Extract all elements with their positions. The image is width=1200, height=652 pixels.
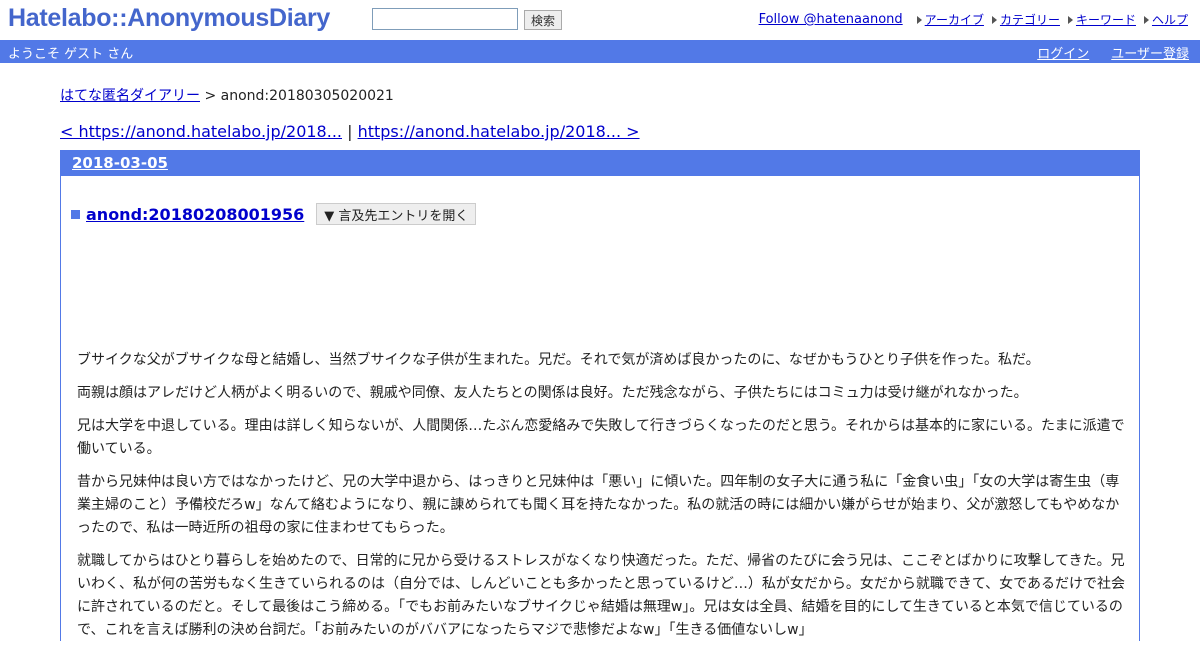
site-logo[interactable]: Hatelabo::AnonymousDiary [8, 4, 330, 33]
breadcrumb: はてな匿名ダイアリー > anond:20180305020021 [60, 85, 394, 105]
triangle-right-icon [916, 15, 922, 24]
nav-link-help[interactable]: ヘルプ [1152, 11, 1188, 28]
site-header: Hatelabo::AnonymousDiary 検索 Follow @hate… [0, 0, 1200, 40]
search-button[interactable]: 検索 [524, 10, 562, 30]
expand-referenced-entry-button[interactable]: ▼ 言及先エントリを開く [316, 203, 477, 225]
section-title-row: anond:20180208001956 ▼ 言及先エントリを開く [71, 203, 477, 225]
search-input[interactable] [372, 8, 518, 30]
header-nav: Follow @hatenaanond アーカイブ カテゴリー キーワード ヘル… [759, 11, 1188, 28]
day-header: 2018-03-05 [61, 151, 1139, 176]
nav-link-archive[interactable]: アーカイブ [925, 11, 984, 28]
triangle-right-icon [991, 15, 997, 24]
welcome-text: ようこそ ゲスト さん [8, 47, 134, 62]
nav-item-archive: アーカイブ [916, 11, 984, 28]
register-link[interactable]: ユーザー登録 [1111, 43, 1189, 62]
breadcrumb-home-link[interactable]: はてな匿名ダイアリー [60, 88, 200, 104]
nav-link-category[interactable]: カテゴリー [1000, 11, 1060, 28]
follow-link[interactable]: Follow @hatenaanond [759, 12, 903, 27]
nav-item-category: カテゴリー [991, 11, 1060, 28]
entry-paragraph: 就職してからはひとり暮らしを始めたので、日常的に兄から受けるストレスがなくなり快… [77, 553, 1126, 638]
entry-pager: < https://anond.hatelabo.jp/2018... | ht… [60, 122, 640, 141]
day-section: 2018-03-05 anond:20180208001956 ▼ 言及先エント… [60, 150, 1140, 641]
nav-item-keyword: キーワード [1067, 11, 1136, 28]
prev-entry-link[interactable]: < https://anond.hatelabo.jp/2018... [60, 122, 342, 141]
entry-paragraph: ブサイクな父がブサイクな母と結婚し、当然ブサイクな子供が生まれた。兄だ。それで気… [77, 352, 1040, 368]
account-links: ログイン ユーザー登録 [1037, 43, 1189, 62]
entry-body: ブサイクな父がブサイクな母と結婚し、当然ブサイクな子供が生まれた。兄だ。それで気… [77, 349, 1129, 652]
welcome-bar: ようこそ ゲスト さん ログイン ユーザー登録 [0, 40, 1200, 63]
entry-paragraph: 昔から兄妹仲は良い方ではなかったけど、兄の大学中退から、はっきりと兄妹仲は「悪い… [77, 474, 1120, 536]
entry-paragraph: 兄は大学を中退している。理由は詳しく知らないが、人間関係…たぶん恋愛絡みで失敗し… [77, 418, 1125, 457]
entry-paragraph: 両親は顔はアレだけど人柄がよく明るいので、親戚や同僚、友人たちとの関係は良好。た… [77, 385, 1028, 401]
section-title-link[interactable]: anond:20180208001956 [86, 205, 304, 224]
triangle-right-icon [1143, 15, 1149, 24]
next-entry-link[interactable]: https://anond.hatelabo.jp/2018... > [358, 122, 640, 141]
triangle-right-icon [1067, 15, 1073, 24]
square-bullet-icon [71, 209, 80, 219]
breadcrumb-separator: > [200, 88, 221, 104]
pager-separator: | [342, 122, 358, 141]
breadcrumb-current: anond:20180305020021 [220, 88, 394, 104]
nav-item-help: ヘルプ [1143, 11, 1188, 28]
login-link[interactable]: ログイン [1037, 43, 1089, 62]
nav-link-keyword[interactable]: キーワード [1076, 11, 1136, 28]
day-date-link[interactable]: 2018-03-05 [72, 154, 168, 172]
